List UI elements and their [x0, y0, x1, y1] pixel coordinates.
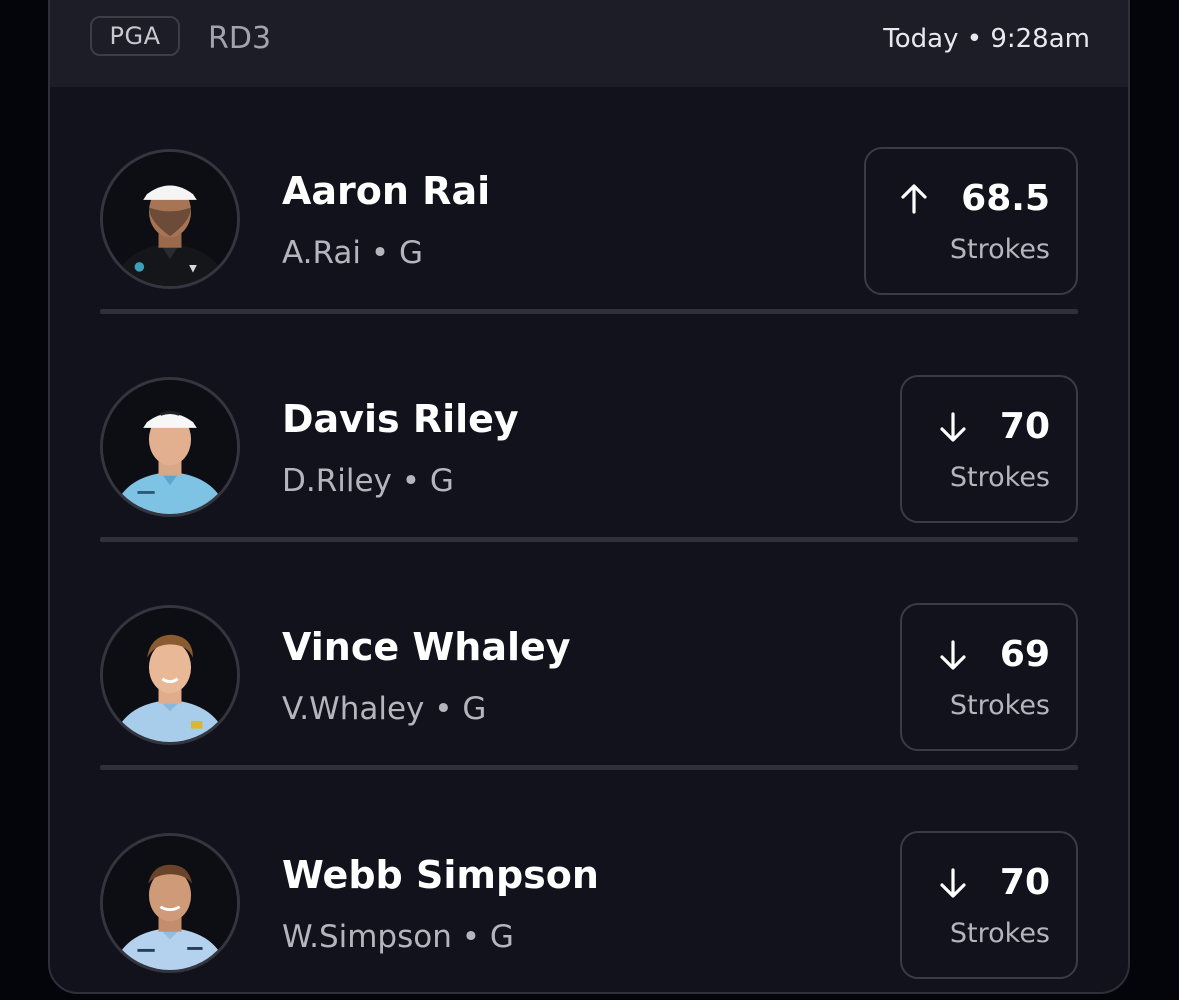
player-avatar [100, 377, 240, 517]
player-subtitle: V.Whaley • G [282, 689, 486, 729]
row-divider [100, 765, 1078, 770]
arrow-down-icon [936, 638, 970, 672]
separator-dot: • [434, 691, 463, 727]
player-row[interactable]: Webb Simpson W.Simpson • G 70 Strokes [50, 801, 1128, 992]
player-subtitle: W.Simpson • G [282, 917, 514, 957]
projection-box[interactable]: 70 Strokes [900, 375, 1078, 523]
row-divider [100, 309, 1078, 314]
player-subtitle: D.Riley • G [282, 461, 454, 501]
player-short-name: A.Rai [282, 235, 361, 271]
projection-line: 68.5 [897, 179, 1050, 219]
player-position: G [429, 463, 454, 499]
projection-value: 69 [999, 634, 1050, 675]
projection-line: 69 [936, 635, 1050, 675]
player-subtitle: A.Rai • G [282, 233, 423, 273]
row-divider [100, 537, 1078, 542]
arrow-down-icon [936, 410, 970, 444]
arrow-down-icon [936, 866, 970, 900]
timestamp: Today • 9:28am [883, 24, 1090, 54]
player-short-name: D.Riley [282, 463, 392, 499]
projection-box[interactable]: 68.5 Strokes [864, 147, 1078, 295]
pick-card: PGA RD3 Today • 9:28am Aaron Rai A.Rai •… [48, 0, 1130, 994]
projection-value: 70 [999, 406, 1050, 447]
player-avatar [100, 149, 240, 289]
arrow-up-icon [897, 182, 931, 216]
player-position: G [462, 691, 487, 727]
player-name: Davis Riley [282, 397, 519, 441]
player-avatar [100, 833, 240, 973]
round-label: RD3 [208, 21, 272, 56]
player-avatar [100, 605, 240, 745]
projection-unit: Strokes [949, 918, 1050, 949]
player-position: G [489, 919, 514, 955]
player-short-name: V.Whaley [282, 691, 425, 727]
separator-dot: • [401, 463, 430, 499]
player-position: G [398, 235, 424, 271]
league-label: PGA [109, 22, 161, 50]
projection-box[interactable]: 69 Strokes [900, 603, 1078, 751]
projection-value: 68.5 [961, 178, 1050, 219]
player-name: Vince Whaley [282, 625, 571, 669]
projection-unit: Strokes [949, 690, 1050, 721]
projection-box[interactable]: 70 Strokes [900, 831, 1078, 979]
separator-dot: • [461, 919, 490, 955]
separator-dot: • [370, 235, 399, 271]
player-short-name: W.Simpson [282, 919, 452, 955]
player-name: Webb Simpson [282, 853, 599, 897]
league-badge: PGA [90, 16, 180, 56]
projection-unit: Strokes [949, 234, 1050, 265]
projection-line: 70 [936, 407, 1050, 447]
card-header: PGA RD3 Today • 9:28am [50, 0, 1128, 87]
projection-line: 70 [936, 863, 1050, 903]
projection-unit: Strokes [949, 462, 1050, 493]
projection-value: 70 [999, 862, 1050, 903]
player-name: Aaron Rai [282, 169, 491, 213]
